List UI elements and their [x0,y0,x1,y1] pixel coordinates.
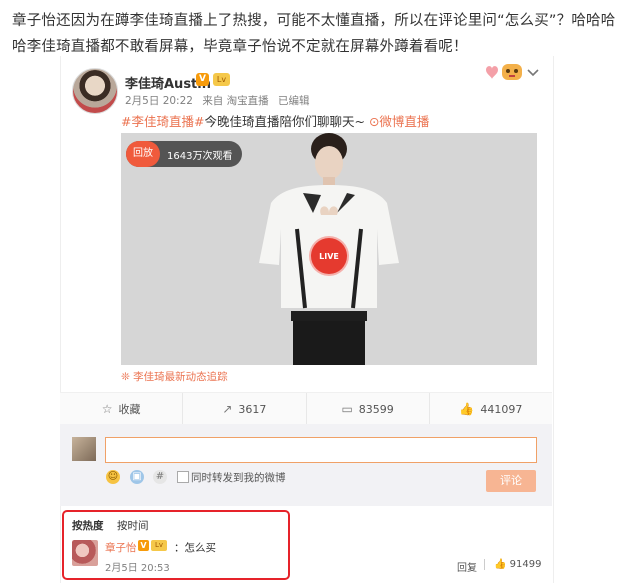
like-icon: 👍 [459,402,475,416]
reply-button[interactable]: 回复 [457,559,477,574]
post-meta: 2月5日 20:22 来自 淘宝直播 已编辑 [125,93,316,108]
favorite-label: 收藏 [118,403,141,416]
intro-text: 章子怡还因为在蹲李佳琦直播上了热搜，可能不太懂直播，所以在评论里问“怎么买”？哈… [12,13,616,55]
verified-badge: V [196,73,209,86]
comment-count: 83599 [358,402,394,416]
star-icon: ☆ [101,402,113,416]
commenter-verified-badge: V [138,540,149,551]
post-source: 来自 淘宝直播 [202,95,269,107]
forward-label: 同时转发到我的微博 [191,472,286,484]
image-icon[interactable]: ▣ [130,470,144,484]
replay-label: 回放 [126,141,160,167]
favorite-button[interactable]: ☆ 收藏 [60,393,184,425]
comment-like-button[interactable]: 👍 91499 [494,559,541,570]
comment-icon: ▭ [341,402,353,416]
level-badge: Lv [213,73,230,86]
post-body: 今晚佳琦直播陪你们聊聊天~ [204,114,365,129]
chevron-down-icon[interactable] [527,66,539,80]
emoji-icon[interactable]: ☺ [106,470,120,484]
weibo-live-link[interactable]: ⊙微博直播 [369,114,429,129]
post-text: #李佳琦直播#今晚佳琦直播陪你们聊聊天~ ⊙微博直播 [121,111,429,130]
author-avatar[interactable] [72,68,118,114]
thumbs-up-icon: 👍 [494,559,510,570]
comment-like-count: 91499 [509,559,542,570]
commenter-avatar[interactable] [72,540,98,566]
view-count: 1643万次观看 [167,150,233,162]
action-bar: ☆ 收藏 ↗ 3617 ▭ 83599 👍 441097 [60,392,552,430]
forward-checkbox[interactable] [177,471,189,483]
submit-comment-button[interactable]: 评论 [486,470,536,492]
repost-button[interactable]: ↗ 3617 [183,393,307,425]
comment-time: 2月5日 20:53 [105,563,170,574]
live-play-button[interactable]: LIVE [309,236,349,276]
repost-count: 3617 [238,402,267,416]
sort-by-time-tab[interactable]: 按时间 [117,518,149,533]
sort-by-hot-tab[interactable]: 按热度 [72,518,104,533]
live-label: LIVE [319,251,339,261]
view-count-pill: 回放 1643万次观看 [126,141,243,167]
post-date[interactable]: 2月5日 20:22 [125,95,193,107]
divider [484,559,485,570]
commenter-name[interactable]: 章子怡 [105,540,137,555]
like-count: 441097 [480,402,523,416]
current-user-avatar [72,437,96,461]
share-icon: ↗ [222,402,233,416]
topic-tag-link[interactable]: #李佳琦直播# [121,114,204,129]
comment-text: ：怎么买 [174,542,216,554]
comment-input[interactable] [105,437,537,463]
topic-icon[interactable]: # [153,470,167,484]
comment-button[interactable]: ▭ 83599 [307,393,430,430]
cartoon-sticker-icon [486,64,522,80]
post-edited[interactable]: 已编辑 [278,95,310,107]
like-button[interactable]: 👍 441097 [430,393,552,425]
commenter-level-badge: Lv [151,540,167,551]
video-footer-link[interactable]: ❊ 李佳琦最新动态追踪 [121,369,228,384]
